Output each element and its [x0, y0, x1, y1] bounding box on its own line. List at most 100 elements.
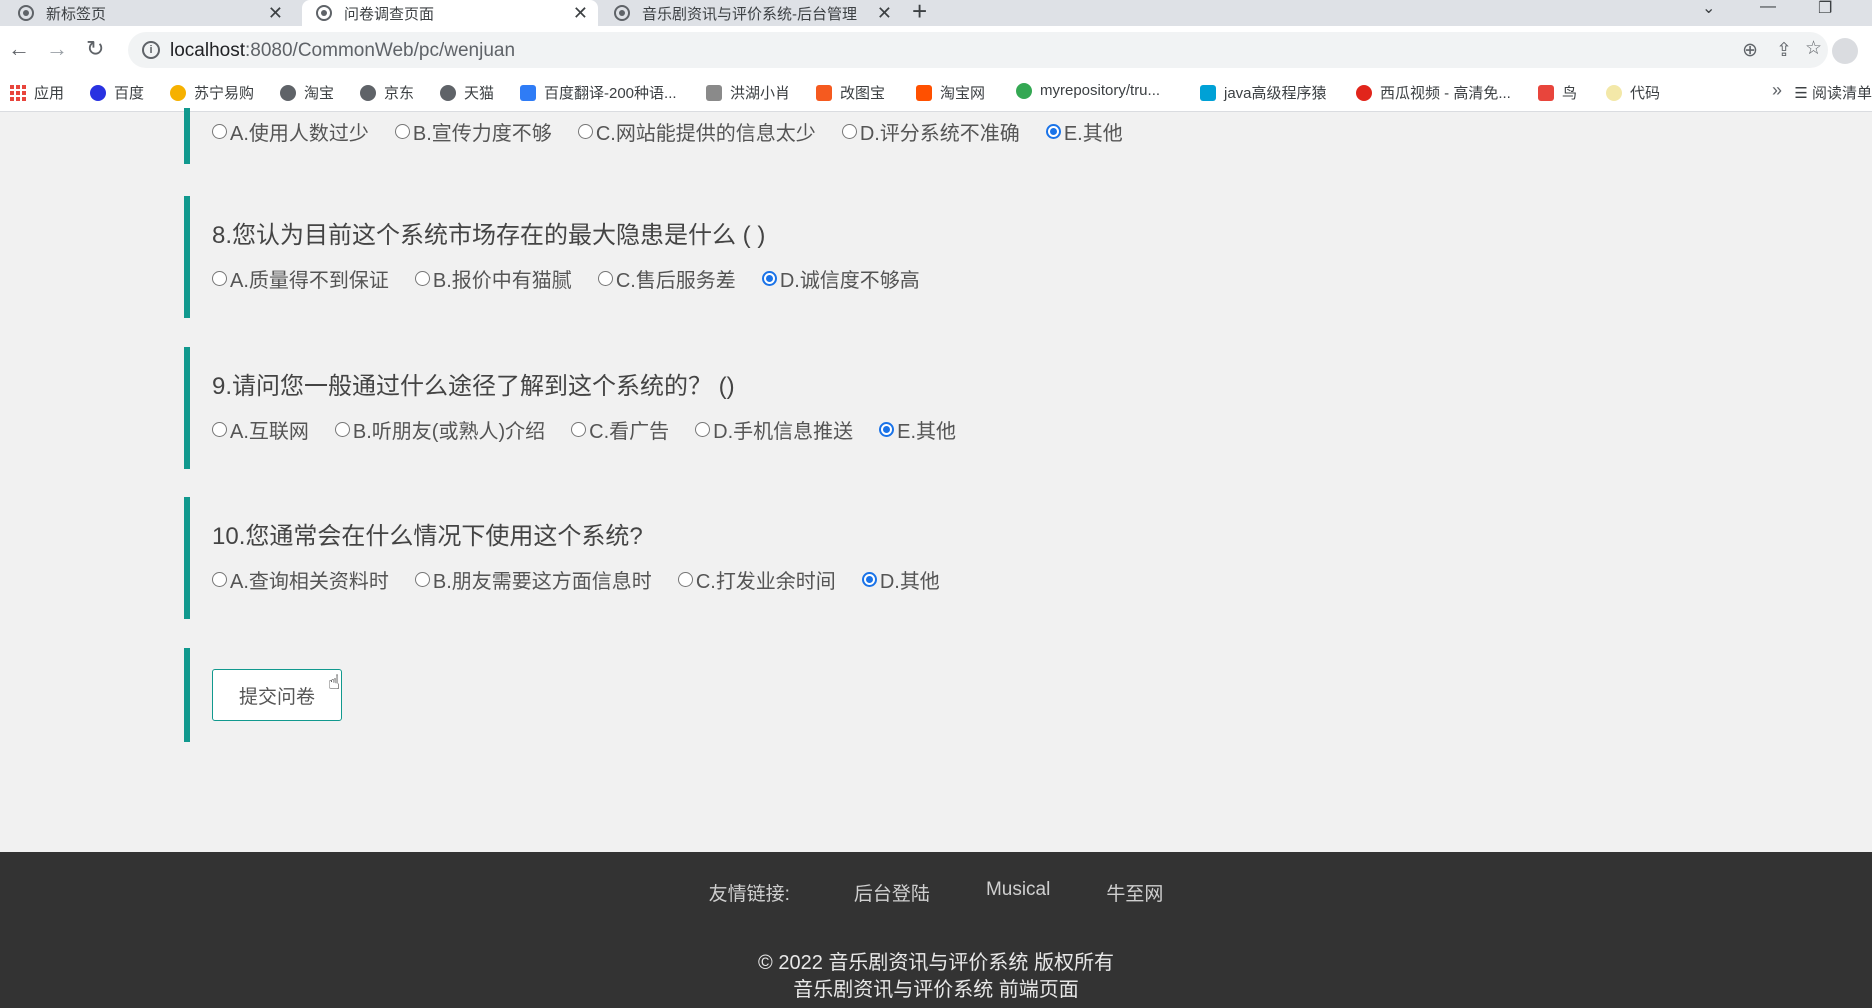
- bookmark-java[interactable]: java高级程序猿: [1200, 82, 1327, 103]
- radio-button[interactable]: [394, 124, 410, 139]
- bookmark-baidu[interactable]: 百度: [90, 82, 144, 103]
- bookmark-taobao[interactable]: 淘宝: [280, 82, 334, 103]
- bookmark-gaitubao[interactable]: 改图宝: [816, 82, 885, 103]
- bookmark-tmall[interactable]: 天猫: [440, 82, 494, 103]
- option-c[interactable]: C.打发业余时间: [677, 565, 836, 594]
- bookmark-taobaowang[interactable]: 淘宝网: [916, 82, 985, 103]
- option-d[interactable]: D.诚信度不够高: [761, 264, 920, 293]
- option-b[interactable]: B.宣传力度不够: [394, 117, 552, 146]
- radio-button[interactable]: [677, 572, 693, 587]
- bookmark-star-icon[interactable]: ☆: [1805, 37, 1822, 60]
- option-label: B.朋友需要这方面信息时: [432, 571, 652, 593]
- bookmark-label: 西瓜视频 - 高清免...: [1380, 85, 1511, 102]
- tab-new-tab[interactable]: 新标签页 ✕: [18, 0, 293, 26]
- radio-button[interactable]: [212, 124, 227, 139]
- restore-icon[interactable]: ❐: [1818, 0, 1832, 18]
- bookmark-myrepository[interactable]: myrepository/tru...: [1016, 82, 1160, 99]
- close-icon[interactable]: ✕: [877, 3, 892, 24]
- radio-button[interactable]: [212, 422, 227, 437]
- bookmark-label: myrepository/tru...: [1040, 82, 1161, 99]
- bookmark-honghu[interactable]: 洪湖小肖: [706, 82, 790, 103]
- footer-link-admin-login[interactable]: 后台登陆: [854, 879, 930, 906]
- option-label: C.网站能提供的信息太少: [595, 123, 816, 145]
- option-label: C.看广告: [589, 421, 670, 443]
- address-bar[interactable]: i localhost:8080/CommonWeb/pc/wenjuan ⊕ …: [128, 32, 1828, 68]
- radio-button[interactable]: [334, 422, 350, 437]
- reading-list[interactable]: ☰ 阅读清单: [1794, 82, 1872, 103]
- radio-button[interactable]: [414, 271, 430, 286]
- option-b[interactable]: B.朋友需要这方面信息时: [414, 565, 652, 594]
- bird-icon: [1538, 84, 1554, 101]
- questionnaire-content: A.使用人数过少 B.宣传力度不够 C.网站能提供的信息太少 D.评分系统不准确…: [0, 108, 1872, 852]
- bilibili-icon: [1200, 84, 1216, 101]
- option-a[interactable]: A.质量得不到保证: [212, 264, 389, 293]
- radio-button[interactable]: [761, 271, 777, 286]
- option-e[interactable]: E.其他: [1045, 117, 1123, 146]
- tab-questionnaire[interactable]: 问卷调查页面 ✕: [302, 0, 598, 26]
- radio-button[interactable]: [879, 422, 895, 437]
- radio-button[interactable]: [841, 124, 857, 139]
- bookmark-apps[interactable]: 应用: [10, 82, 64, 103]
- submit-questionnaire-button[interactable]: 提交问卷: [212, 669, 342, 721]
- radio-button[interactable]: [212, 572, 227, 587]
- bookmark-label: 百度翻译-200种语...: [544, 85, 677, 102]
- radio-button[interactable]: [571, 422, 587, 437]
- friend-links-label: 友情链接:: [708, 884, 790, 905]
- baidu-paw-icon: [90, 84, 106, 101]
- option-label: B.听朋友(或熟人)介绍: [352, 421, 546, 443]
- radio-button[interactable]: [1045, 124, 1061, 139]
- bookmark-baidu-translate[interactable]: 百度翻译-200种语...: [520, 82, 677, 103]
- back-arrow-icon[interactable]: ←: [8, 36, 30, 62]
- close-icon[interactable]: ✕: [268, 3, 283, 24]
- bookmark-code[interactable]: 代码: [1606, 82, 1660, 103]
- option-d[interactable]: D.其他: [861, 565, 940, 594]
- bookmark-suning[interactable]: 苏宁易购: [170, 82, 254, 103]
- share-icon[interactable]: ⇪: [1776, 39, 1792, 62]
- site-info-icon[interactable]: i: [142, 41, 160, 59]
- option-label: D.诚信度不够高: [779, 270, 920, 292]
- globe-icon: [316, 5, 332, 21]
- radio-button[interactable]: [597, 271, 613, 286]
- option-e[interactable]: E.其他: [879, 415, 956, 444]
- option-b[interactable]: B.听朋友(或熟人)介绍: [334, 415, 546, 444]
- bookmark-label: 百度: [114, 85, 145, 102]
- option-a[interactable]: A.使用人数过少: [212, 117, 369, 146]
- option-a[interactable]: A.查询相关资料时: [212, 565, 389, 594]
- reload-icon[interactable]: ↻: [86, 36, 104, 62]
- option-label: E.其他: [1063, 123, 1123, 145]
- globe-icon: [360, 84, 376, 101]
- bookmark-jd[interactable]: 京东: [360, 82, 414, 103]
- option-label: A.质量得不到保证: [230, 270, 389, 292]
- bookmark-xigua[interactable]: 西瓜视频 - 高清免...: [1356, 82, 1511, 103]
- radio-button[interactable]: [212, 271, 227, 286]
- tab-search-icon[interactable]: ⌄: [1702, 0, 1715, 18]
- question-block: 8.您认为目前这个系统市场存在的最大隐患是什么 ( ) A.质量得不到保证 B.…: [184, 196, 1584, 318]
- footer-link-musical[interactable]: Musical: [986, 879, 1050, 906]
- translate-icon: [520, 84, 536, 101]
- radio-button[interactable]: [861, 572, 877, 587]
- globe-icon: [280, 84, 296, 101]
- zoom-icon[interactable]: ⊕: [1742, 39, 1758, 62]
- close-icon[interactable]: ✕: [573, 3, 588, 24]
- radio-button[interactable]: [414, 572, 430, 587]
- minimize-icon[interactable]: —: [1760, 0, 1776, 16]
- option-d[interactable]: D.手机信息推送: [695, 415, 853, 444]
- option-label: C.打发业余时间: [695, 571, 836, 593]
- option-a[interactable]: A.互联网: [212, 415, 309, 444]
- profile-avatar-icon[interactable]: [1832, 38, 1858, 64]
- tab-admin[interactable]: 音乐剧资讯与评价系统-后台管理 ✕: [614, 0, 902, 26]
- option-d[interactable]: D.评分系统不准确: [841, 117, 1020, 146]
- option-b[interactable]: B.报价中有猫腻: [414, 264, 572, 293]
- footer-link-niuzhi[interactable]: 牛至网: [1106, 879, 1163, 906]
- option-c[interactable]: C.网站能提供的信息太少: [577, 117, 816, 146]
- option-c[interactable]: C.售后服务差: [597, 264, 736, 293]
- radio-button[interactable]: [695, 422, 711, 437]
- bookmarks-overflow-icon[interactable]: »: [1772, 80, 1782, 101]
- option-c[interactable]: C.看广告: [571, 415, 669, 444]
- radio-button[interactable]: [577, 124, 593, 139]
- new-tab-button[interactable]: +: [912, 0, 927, 27]
- url-text[interactable]: localhost:8080/CommonWeb/pc/wenjuan: [170, 40, 515, 62]
- forward-arrow-icon[interactable]: →: [46, 36, 68, 62]
- bookmark-niao[interactable]: 鸟: [1538, 82, 1577, 103]
- folder-icon: [1606, 84, 1622, 101]
